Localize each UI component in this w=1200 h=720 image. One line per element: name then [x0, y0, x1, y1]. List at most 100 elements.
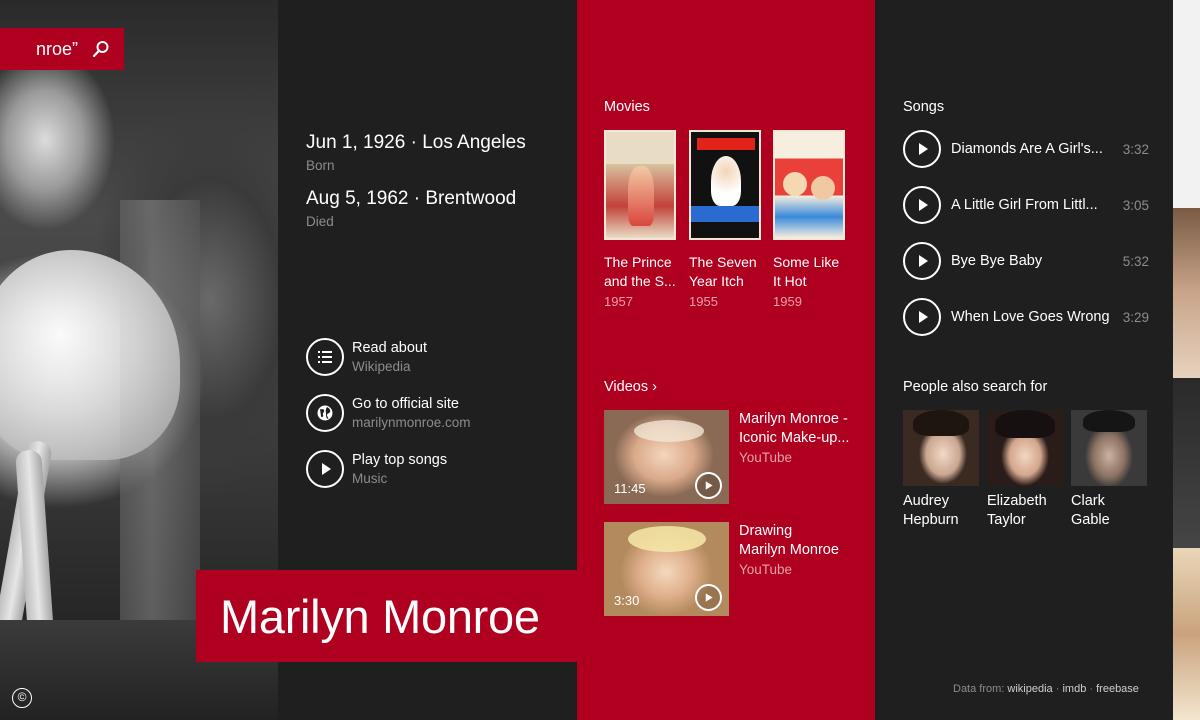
- source-link-imdb[interactable]: imdb: [1062, 683, 1086, 695]
- born-label: Born: [306, 158, 335, 173]
- died-date-place: Aug 5, 1962 · Brentwood: [306, 188, 517, 209]
- data-from-label: Data from:: [953, 683, 1005, 695]
- person-card[interactable]: Audrey Hepburn: [903, 410, 979, 530]
- movie-card[interactable]: Some Like It Hot 1959: [773, 130, 845, 309]
- play-icon[interactable]: [306, 450, 344, 488]
- search-icon[interactable]: [92, 40, 110, 58]
- media-column: Movies The Prince and the S... 1957 The S…: [577, 0, 875, 720]
- poster-figure: [783, 172, 807, 196]
- movie-poster[interactable]: [773, 130, 845, 240]
- movies-heading: Movies: [604, 99, 650, 115]
- poster-figure: [811, 176, 835, 200]
- person-name: Clark Gable: [1071, 493, 1110, 528]
- copyright-icon[interactable]: ©: [12, 688, 32, 708]
- song-title: Diamonds Are A Girl's...: [951, 141, 1103, 157]
- action-label: Read about: [352, 340, 427, 356]
- born-fact: Jun 1, 1926 · Los Angeles Born: [306, 132, 526, 173]
- video-title: Drawing Marilyn Monroe: [739, 523, 839, 558]
- movie-year: 1959: [773, 294, 802, 309]
- person-name: Marilyn Monroe: [220, 589, 540, 643]
- video-duration: 11:45: [614, 481, 646, 496]
- thumb-hair: [634, 420, 704, 442]
- source-separator: ·: [1089, 683, 1094, 695]
- video-thumbnail[interactable]: 11:45: [604, 410, 729, 504]
- photo-hair: [995, 410, 1055, 438]
- videos-heading[interactable]: Videos ›: [604, 379, 657, 395]
- peek-tile[interactable]: [1173, 378, 1200, 548]
- video-thumbnail[interactable]: 3:30: [604, 522, 729, 616]
- video-item[interactable]: 11:45 Marilyn Monroe - Iconic Make-up... …: [604, 410, 854, 504]
- song-item[interactable]: A Little Girl From Littl... 3:05: [903, 186, 1149, 224]
- video-item[interactable]: 3:30 Drawing Marilyn Monroe YouTube: [604, 522, 854, 616]
- video-duration: 3:30: [614, 593, 640, 608]
- person-photo[interactable]: [1071, 410, 1147, 486]
- search-box[interactable]: nroe”: [0, 28, 124, 70]
- peek-tile[interactable]: [1173, 548, 1200, 720]
- died-label: Died: [306, 214, 334, 229]
- song-item[interactable]: When Love Goes Wrong 3:29: [903, 298, 1149, 336]
- play-icon[interactable]: [903, 298, 941, 336]
- song-title: Bye Bye Baby: [951, 253, 1043, 269]
- person-card[interactable]: Elizabeth Taylor: [987, 410, 1063, 530]
- play-icon[interactable]: [903, 130, 941, 168]
- photo-hair: [1083, 410, 1135, 432]
- songs-column: Songs Diamonds Are A Girl's... 3:32 A Li…: [875, 0, 1173, 720]
- movie-title: The Prince and the S...: [604, 254, 676, 289]
- died-fact: Aug 5, 1962 · Brentwood Died: [306, 188, 516, 229]
- video-source: YouTube: [739, 562, 793, 577]
- source-separator: ·: [1055, 683, 1060, 695]
- next-panel-peek[interactable]: [1173, 0, 1200, 720]
- song-duration: 3:05: [1122, 197, 1149, 213]
- people-heading: People also search for: [903, 379, 1048, 395]
- person-card[interactable]: Clark Gable: [1071, 410, 1147, 530]
- list-icon[interactable]: [306, 338, 344, 376]
- action-label: Go to official site: [352, 396, 459, 412]
- person-name-banner: Marilyn Monroe: [196, 570, 577, 662]
- play-icon[interactable]: [695, 584, 722, 611]
- source-link-wikipedia[interactable]: wikipedia: [1007, 683, 1052, 695]
- movie-year: 1955: [689, 294, 718, 309]
- peek-tile[interactable]: [1173, 0, 1200, 208]
- song-item[interactable]: Diamonds Are A Girl's... 3:32: [903, 130, 1149, 168]
- action-sub: marilynmonroe.com: [352, 415, 471, 430]
- action-label: Play top songs: [352, 452, 448, 468]
- globe-icon[interactable]: [306, 394, 344, 432]
- song-title: A Little Girl From Littl...: [951, 197, 1098, 213]
- movie-year: 1957: [604, 294, 633, 309]
- person-name: Elizabeth Taylor: [987, 493, 1047, 528]
- official-site-button[interactable]: Go to official site marilynmonroe.com: [306, 394, 471, 432]
- video-source: YouTube: [739, 450, 793, 465]
- born-date-place: Jun 1, 1926 · Los Angeles: [306, 132, 526, 153]
- video-title: Marilyn Monroe - Iconic Make-up...: [739, 411, 850, 446]
- song-duration: 3:32: [1122, 141, 1149, 157]
- poster-title-bar: [697, 138, 755, 150]
- search-query[interactable]: nroe”: [36, 39, 78, 60]
- photo-hair: [913, 410, 969, 436]
- read-about-button[interactable]: Read about Wikipedia: [306, 338, 427, 376]
- thumb-hair: [628, 526, 706, 552]
- songs-heading: Songs: [903, 99, 945, 115]
- source-link-freebase[interactable]: freebase: [1096, 683, 1139, 695]
- movie-poster[interactable]: [689, 130, 761, 240]
- movie-title: Some Like It Hot: [773, 254, 840, 289]
- song-title: When Love Goes Wrong: [951, 309, 1110, 325]
- movie-poster[interactable]: [604, 130, 676, 240]
- song-duration: 5:32: [1122, 253, 1149, 269]
- poster-figure: [711, 156, 741, 206]
- action-sub: Music: [352, 471, 388, 486]
- song-duration: 3:29: [1122, 309, 1149, 325]
- play-icon[interactable]: [903, 242, 941, 280]
- action-sub: Wikipedia: [352, 359, 411, 374]
- person-photo[interactable]: [987, 410, 1063, 486]
- poster-figure: [628, 166, 654, 226]
- peek-tile[interactable]: [1173, 208, 1200, 378]
- play-icon[interactable]: [695, 472, 722, 499]
- movie-card[interactable]: The Prince and the S... 1957: [604, 130, 676, 309]
- movie-card[interactable]: The Seven Year Itch 1955: [689, 130, 761, 309]
- play-top-songs-button[interactable]: Play top songs Music: [306, 450, 447, 488]
- play-icon[interactable]: [903, 186, 941, 224]
- person-photo[interactable]: [903, 410, 979, 486]
- data-sources: Data from: wikipedia · imdb · freebase: [953, 683, 1139, 695]
- song-item[interactable]: Bye Bye Baby 5:32: [903, 242, 1149, 280]
- person-name: Audrey Hepburn: [903, 493, 959, 528]
